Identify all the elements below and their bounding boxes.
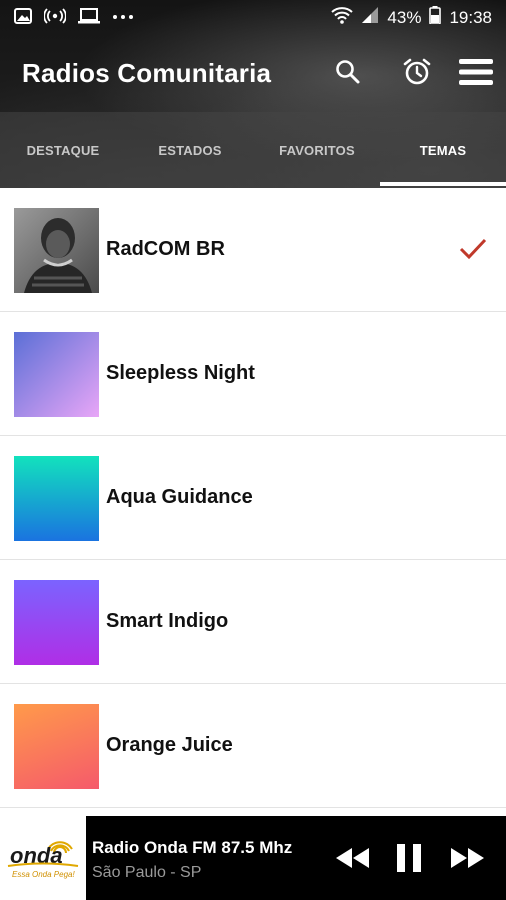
pause-button[interactable]	[394, 842, 424, 874]
fast-forward-icon	[451, 848, 484, 868]
tab-destaque[interactable]: DESTAQUE	[0, 112, 126, 188]
tab-indicator	[380, 182, 506, 186]
theme-label: RadCOM BR	[106, 238, 225, 260]
broadcast-icon	[43, 8, 67, 29]
theme-swatch	[14, 580, 99, 665]
person-photo-icon	[14, 208, 99, 293]
theme-thumbnail-radcom	[14, 208, 99, 293]
theme-label: Orange Juice	[106, 734, 233, 756]
menu-icon	[459, 57, 493, 92]
station-location: São Paulo - SP	[92, 864, 202, 881]
more-dots-icon	[112, 8, 134, 29]
player-controls-bar: Radio Onda FM 87.5 Mhz São Paulo - SP	[86, 816, 506, 900]
theme-label: Aqua Guidance	[106, 486, 253, 508]
theme-row-orange-juice[interactable]: Orange Juice	[0, 684, 506, 808]
theme-row-radcom-br[interactable]: RadCOM BR	[0, 188, 506, 312]
menu-button[interactable]	[456, 54, 496, 94]
station-logo: onda Essa Onda Pega!	[0, 816, 86, 900]
fast-forward-button[interactable]	[448, 842, 488, 874]
search-icon	[335, 59, 361, 90]
laptop-icon	[78, 8, 100, 29]
pause-icon	[397, 844, 421, 872]
checkmark-icon	[458, 236, 488, 262]
tab-bar: DESTAQUE ESTADOS FAVORITOS TEMAS	[0, 112, 506, 188]
battery-percent: 43%	[387, 7, 422, 27]
onda-logo-icon: onda Essa Onda Pega!	[7, 841, 79, 879]
image-icon	[14, 8, 32, 29]
theme-swatch	[14, 332, 99, 417]
theme-row-aqua-guidance[interactable]: Aqua Guidance	[0, 436, 506, 560]
battery-icon	[429, 6, 442, 29]
tab-favoritos[interactable]: FAVORITOS	[254, 112, 380, 188]
theme-list: RadCOM BR Sleepless Night Aqua Guidance …	[0, 188, 506, 808]
rewind-button[interactable]	[332, 842, 372, 874]
status-bar: 43% 19:38	[0, 0, 506, 36]
alarm-button[interactable]	[397, 54, 437, 94]
wifi-icon	[331, 6, 354, 29]
clock-time: 19:38	[449, 7, 492, 27]
theme-label: Sleepless Night	[106, 362, 255, 384]
rewind-icon	[336, 848, 369, 868]
theme-row-smart-indigo[interactable]: Smart Indigo	[0, 560, 506, 684]
signal-icon	[361, 6, 379, 29]
tab-estados[interactable]: ESTADOS	[126, 112, 254, 188]
search-button[interactable]	[328, 54, 368, 94]
app-title: Radios Comunitaria	[22, 58, 272, 88]
station-name: Radio Onda FM 87.5 Mhz	[92, 838, 293, 857]
svg-text:Essa Onda Pega!: Essa Onda Pega!	[12, 870, 75, 879]
app-bar: Radios Comunitaria	[0, 36, 506, 112]
theme-row-sleepless-night[interactable]: Sleepless Night	[0, 312, 506, 436]
theme-swatch	[14, 456, 99, 541]
theme-swatch	[14, 704, 99, 789]
theme-label: Smart Indigo	[106, 610, 229, 632]
app-header: 43% 19:38 Radios Comunitaria DESTAQUE ES…	[0, 0, 506, 188]
mini-player[interactable]: onda Essa Onda Pega! Radio Onda FM 87.5 …	[0, 816, 506, 900]
alarm-icon	[402, 57, 432, 92]
tab-temas[interactable]: TEMAS	[380, 112, 506, 188]
